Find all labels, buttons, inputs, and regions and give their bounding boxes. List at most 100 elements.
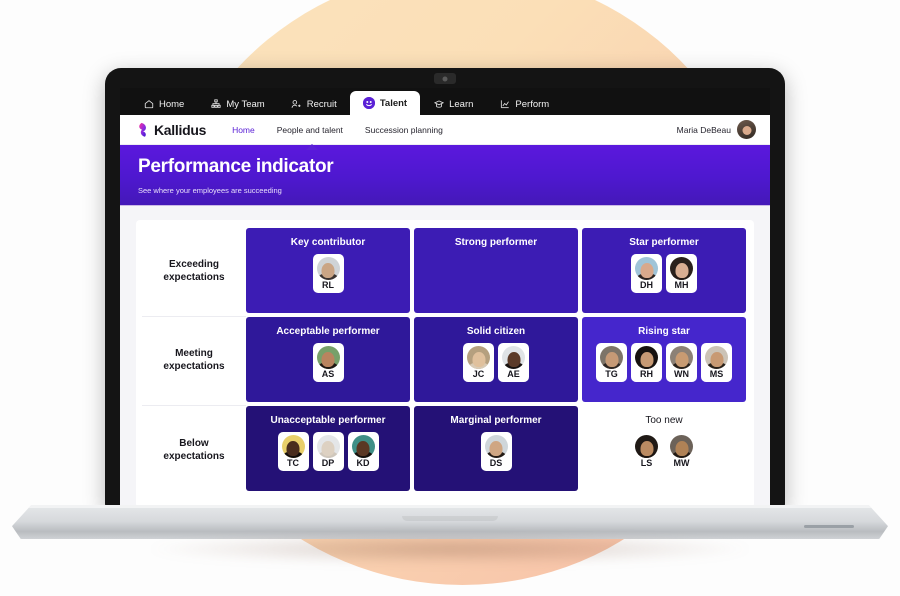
employee-chip[interactable]: MW	[666, 432, 697, 471]
employee-initials: TG	[605, 369, 618, 379]
employee-chip[interactable]: DH	[631, 254, 662, 293]
matrix-cell-people: AS	[312, 343, 344, 382]
employee-chip[interactable]: TG	[596, 343, 627, 382]
matrix-cell-title: Strong performer	[454, 237, 538, 248]
matrix-row: Unacceptable performer TC DP KD Marginal per…	[246, 406, 746, 491]
employee-chip[interactable]: LS	[631, 432, 662, 471]
employee-initials: DP	[321, 458, 335, 468]
employee-avatar	[316, 346, 340, 369]
employee-chip[interactable]: AE	[498, 343, 529, 382]
employee-avatar	[635, 257, 658, 280]
matrix-cell-people: DS	[480, 432, 512, 471]
tab-home[interactable]: Home	[130, 93, 197, 115]
employee-avatar	[600, 346, 623, 369]
tab-my-team[interactable]: My Team	[197, 93, 277, 115]
employee-avatar	[670, 346, 693, 369]
tab-learn[interactable]: Learn	[420, 93, 486, 115]
matrix-cell-title: Acceptable performer	[276, 326, 380, 337]
matrix-cell-title: Marginal performer	[450, 415, 542, 426]
user-menu[interactable]: Maria DeBeau	[677, 120, 756, 139]
employee-initials: TC	[287, 458, 299, 468]
matrix-cell-people: LS MW	[631, 432, 697, 471]
employee-initials: RL	[322, 280, 334, 290]
employee-initials: KD	[356, 458, 370, 468]
matrix-cell-title: Rising star	[638, 326, 690, 337]
row-label-meeting-text: Meeting expectations	[163, 348, 225, 372]
matrix-cell-title: Too new	[645, 415, 683, 426]
employee-chip[interactable]: DS	[480, 432, 512, 471]
page-body: Exceeding expectations Meeting expectation…	[120, 206, 770, 508]
matrix-cell-people: TG RH WN MS	[596, 343, 732, 382]
employee-chip[interactable]: WN	[666, 343, 697, 382]
employee-avatar	[670, 257, 693, 280]
tab-recruit[interactable]: Recruit	[278, 93, 350, 115]
employee-initials: MH	[674, 280, 689, 290]
nav-item-home[interactable]: Home	[232, 125, 255, 135]
tab-recruit-label: Recruit	[306, 98, 337, 110]
matrix-cell-star-performer[interactable]: Star performer DH MH	[582, 228, 746, 313]
employee-initials: AS	[321, 369, 335, 379]
webcam-lens-icon	[442, 76, 448, 81]
employee-chip[interactable]: MH	[666, 254, 697, 293]
tab-talent-label: Talent	[379, 97, 408, 109]
tab-perform[interactable]: Perform	[486, 93, 562, 115]
employee-chip[interactable]: RH	[631, 343, 662, 382]
employee-chip[interactable]: JC	[463, 343, 494, 382]
matrix-row: Acceptable performer AS Solid citizen JC AE R…	[246, 317, 746, 402]
matrix-cell-key-contributor[interactable]: Key contributor RL	[246, 228, 410, 313]
matrix-cell-marginal-performer[interactable]: Marginal performer DS	[414, 406, 578, 491]
employee-chip[interactable]: RL	[312, 254, 344, 293]
matrix-row-labels: Exceeding expectations Meeting expectation…	[142, 226, 246, 508]
employee-chip[interactable]: TC	[277, 432, 309, 471]
app-header: Kallidus Home People and talent Successi…	[120, 115, 770, 150]
employee-avatar	[635, 346, 658, 369]
employee-avatar	[670, 435, 693, 458]
matrix-cell-solid-citizen[interactable]: Solid citizen JC AE	[414, 317, 578, 402]
brand-logo[interactable]: Kallidus	[134, 122, 206, 138]
talent-icon	[362, 97, 375, 109]
matrix-cell-acceptable-performer[interactable]: Acceptable performer AS	[246, 317, 410, 402]
employee-initials: LS	[640, 458, 653, 468]
employee-initials: JC	[472, 369, 485, 379]
matrix-cell-unacceptable-performer[interactable]: Unacceptable performer TC DP KD	[246, 406, 410, 491]
matrix-cell-title: Unacceptable performer	[270, 415, 386, 426]
org-chart-icon	[210, 99, 221, 110]
nav-item-succession-planning[interactable]: Succession planning	[365, 125, 443, 135]
avatar[interactable]	[737, 120, 756, 139]
employee-chip[interactable]: DP	[312, 432, 344, 471]
employee-avatar	[316, 435, 340, 458]
matrix-cell-title: Key contributor	[290, 237, 366, 248]
tab-my-team-label: My Team	[226, 98, 265, 110]
employee-avatar	[351, 435, 375, 458]
performance-matrix: Exceeding expectations Meeting expectation…	[136, 220, 754, 508]
laptop-drop-shadow	[150, 534, 750, 564]
employee-avatar	[635, 435, 658, 458]
app-nav: Home People and talent Succession planni…	[232, 125, 443, 135]
matrix-cell-strong-performer[interactable]: Strong performer	[414, 228, 578, 313]
matrix-cell-title: Star performer	[629, 237, 699, 248]
matrix-grid: Key contributor RL Strong performer Star pe…	[246, 226, 746, 508]
page-subtitle: See where your employees are succeeding	[138, 186, 282, 195]
nav-item-people-and-talent[interactable]: People and talent	[277, 125, 343, 135]
laptop-screen: Home My Team Recruit Talent Learn Perfor…	[120, 88, 770, 508]
employee-avatar	[502, 346, 525, 369]
tab-talent[interactable]: Talent	[349, 91, 421, 115]
employee-avatar	[467, 346, 490, 369]
matrix-cell-too-new[interactable]: Too new LS MW	[582, 406, 746, 491]
brand-name: Kallidus	[154, 121, 207, 138]
employee-avatar	[484, 435, 508, 458]
page-title: Performance indicator	[138, 156, 334, 177]
row-label-below-text: Below expectations	[163, 437, 225, 462]
laptop-base-notch	[402, 516, 498, 521]
employee-chip[interactable]: MS	[701, 343, 732, 382]
matrix-row: Key contributor RL Strong performer Star pe…	[246, 228, 746, 313]
laptop-lid: Home My Team Recruit Talent Learn Perfor…	[105, 68, 785, 508]
row-label-below: Below expectations	[142, 406, 246, 495]
employee-chip[interactable]: AS	[312, 343, 344, 382]
matrix-cell-rising-star[interactable]: Rising star TG RH WN MS	[582, 317, 746, 402]
laptop-base-edge	[12, 505, 888, 508]
employee-initials: DH	[640, 280, 653, 290]
screenshot-stage: Home My Team Recruit Talent Learn Perfor…	[0, 0, 900, 596]
employee-initials: DS	[489, 458, 503, 468]
employee-chip[interactable]: KD	[347, 432, 379, 471]
